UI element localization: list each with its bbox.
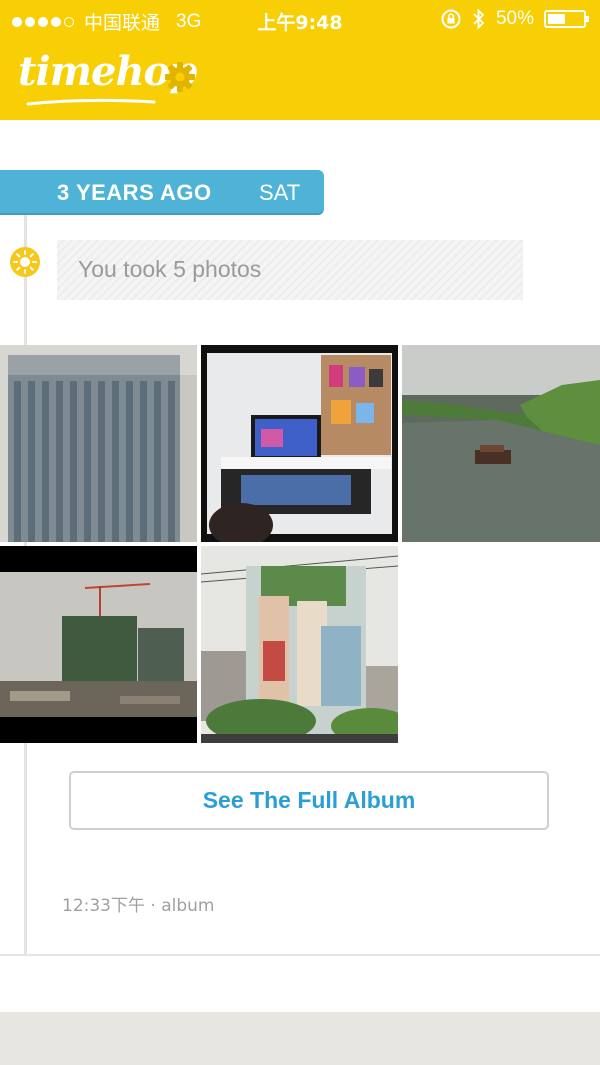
tv-room-image [201, 345, 398, 542]
logo-swoosh [26, 98, 156, 106]
gear-icon[interactable] [163, 60, 197, 94]
battery-level [548, 14, 565, 24]
sun-icon [10, 247, 40, 277]
photo-thumbnail[interactable] [0, 546, 197, 743]
photo-thumbnail[interactable] [201, 546, 398, 743]
see-full-album-button[interactable]: See The Full Album [69, 771, 549, 830]
status-bar: 中国联通 3G 上午9:48 50% [0, 0, 600, 40]
years-ago-label: 3 YEARS AGO [57, 180, 212, 205]
office-tower-image [0, 345, 197, 542]
feed-divider [0, 954, 600, 956]
construction-site-image [0, 546, 197, 743]
mural-building-image [201, 546, 398, 743]
photo-thumbnail[interactable] [402, 345, 600, 542]
rotation-lock-icon [441, 9, 461, 29]
river-image [402, 345, 600, 542]
moment-title: You took 5 photos [78, 256, 262, 282]
status-right: 50% [440, 8, 589, 30]
date-tab: 3 YEARS AGO SAT [0, 170, 324, 215]
app-header: 中国联通 3G 上午9:48 50% timehop [0, 0, 600, 120]
battery-icon [544, 10, 589, 28]
footer-band [0, 1012, 600, 1065]
bluetooth-icon [473, 8, 485, 30]
moment-meta: 12:33下午 · album [62, 896, 215, 916]
moment-card: You took 5 photos [57, 240, 523, 300]
day-label: SAT [259, 180, 301, 205]
battery-percent: 50% [495, 8, 534, 29]
photo-thumbnail[interactable] [201, 345, 398, 542]
photo-thumbnail[interactable] [0, 345, 197, 542]
